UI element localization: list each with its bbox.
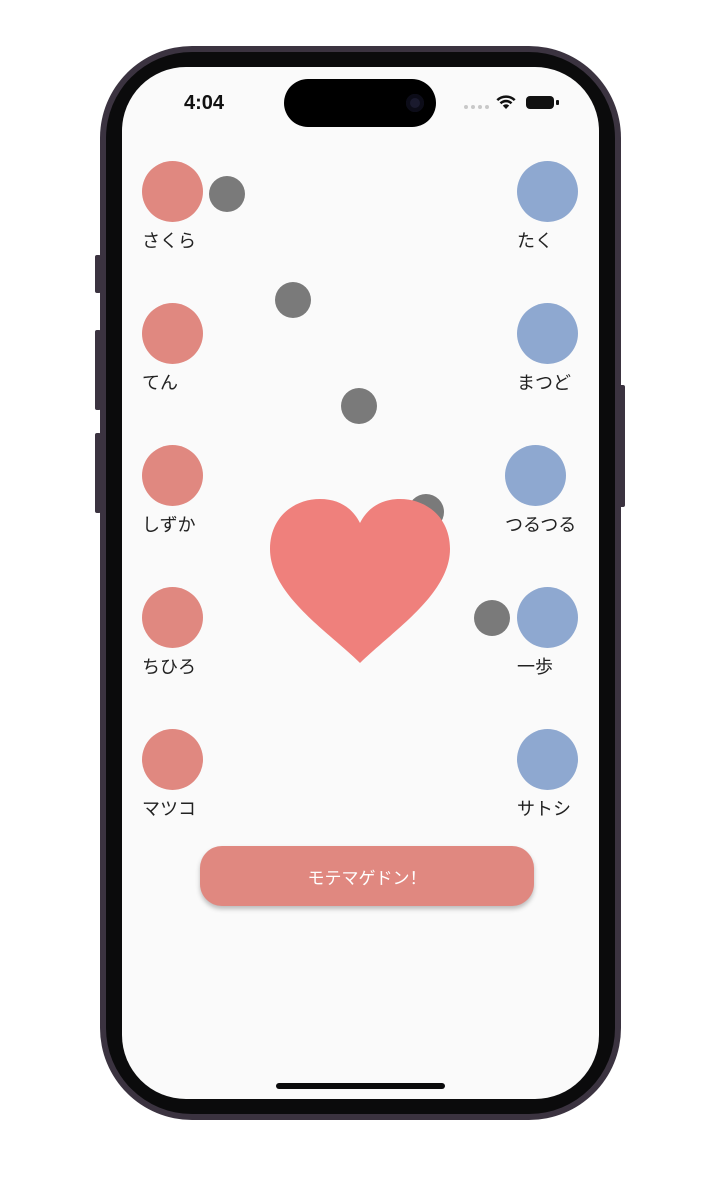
right-person-avatar[interactable] [517, 587, 578, 648]
home-indicator[interactable] [276, 1083, 445, 1089]
battery-cap-icon [556, 100, 559, 105]
dynamic-island [284, 79, 436, 127]
right-person-name: たく [517, 231, 553, 252]
right-person-name: つるつる [505, 515, 577, 536]
right-person-avatar[interactable] [517, 161, 578, 222]
flying-dot [275, 282, 311, 318]
flying-dot [474, 600, 510, 636]
left-person-name: さくら [142, 231, 196, 252]
flying-dot [209, 176, 245, 212]
left-person-name: ちひろ [142, 657, 196, 678]
wifi-icon [496, 95, 516, 109]
heart-icon [270, 499, 450, 663]
right-person-avatar[interactable] [517, 729, 578, 790]
left-person-avatar[interactable] [142, 587, 203, 648]
right-person-name: サトシ [517, 799, 571, 820]
left-person-name: しずか [142, 515, 196, 536]
right-person-name: 一歩 [517, 657, 553, 678]
left-person-avatar[interactable] [142, 161, 203, 222]
flying-dot [341, 388, 377, 424]
camera-icon [406, 94, 424, 112]
left-person-name: てん [142, 373, 178, 394]
left-person-name: マツコ [142, 799, 196, 820]
cellular-signal-icon [464, 105, 489, 109]
battery-icon [526, 96, 554, 109]
right-person-avatar[interactable] [517, 303, 578, 364]
left-person-avatar[interactable] [142, 445, 203, 506]
left-person-avatar[interactable] [142, 303, 203, 364]
left-person-avatar[interactable] [142, 729, 203, 790]
right-person-avatar[interactable] [505, 445, 566, 506]
status-time: 4:04 [184, 92, 225, 114]
right-person-name: まつど [517, 373, 571, 394]
motemageddon-button[interactable]: モテマゲドン！ [200, 846, 534, 906]
app-screen: 4:04 さくら てん しずか ちひろ マツコ たく まつど つるつる 一歩 サ… [122, 67, 599, 1099]
